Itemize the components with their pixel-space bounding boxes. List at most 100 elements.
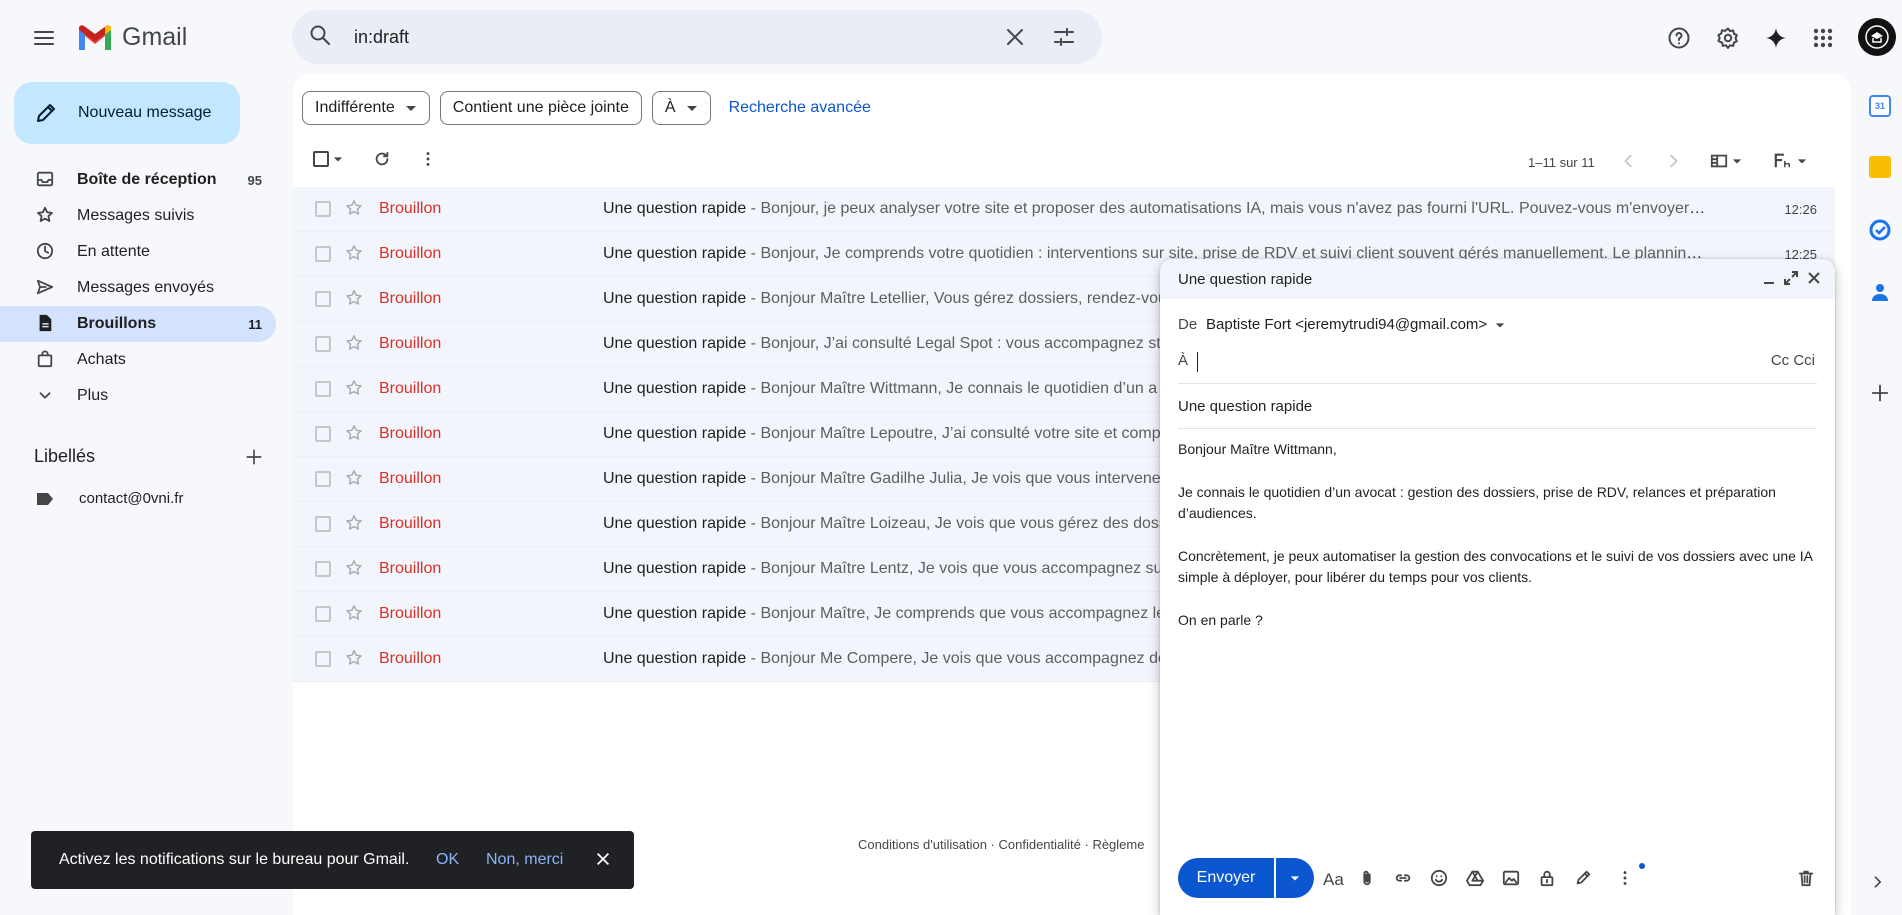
star-icon[interactable] (345, 559, 363, 577)
label-tag-icon (37, 492, 53, 505)
sidebar-item-label: Brouillons (77, 315, 157, 332)
snackbar-ok-button[interactable]: OK (436, 851, 459, 869)
signature-icon[interactable] (1574, 869, 1592, 887)
star-icon[interactable] (345, 424, 363, 442)
cc-bcc-toggle[interactable]: Cc Cci (1771, 352, 1815, 369)
message-body[interactable]: Bonjour Maître Wittmann, Je connais le q… (1178, 439, 1818, 653)
clear-search-icon[interactable] (1003, 25, 1027, 49)
close-icon[interactable] (594, 850, 612, 868)
advanced-search-link[interactable]: Recherche avancée (729, 99, 871, 117)
attachment-icon[interactable] (1358, 869, 1376, 887)
search-options-icon[interactable] (1052, 25, 1076, 49)
chevron-right-icon[interactable] (1869, 874, 1885, 890)
compose-button[interactable]: Nouveau message (14, 82, 240, 144)
sidebar-nav: Boîte de réception 95 Messages suivis En… (0, 162, 276, 414)
search-input[interactable] (354, 24, 974, 50)
star-icon[interactable] (345, 469, 363, 487)
row-checkbox[interactable] (315, 471, 331, 487)
tasks-app-icon[interactable] (1869, 219, 1891, 241)
contacts-app-icon[interactable] (1869, 281, 1891, 303)
gemini-button[interactable] (1756, 18, 1796, 58)
chevron-left-icon[interactable] (1620, 152, 1638, 170)
sidebar-item-more[interactable]: Plus (0, 378, 276, 414)
date-filter-chip[interactable]: Indifférente (302, 91, 430, 125)
send-button[interactable]: Envoyer (1178, 858, 1274, 898)
send-icon (36, 279, 54, 295)
select-all-checkbox[interactable] (313, 151, 343, 167)
chevron-right-icon[interactable] (1664, 152, 1682, 170)
email-row[interactable]: Brouillon Une question rapide - Bonjour, … (293, 187, 1835, 232)
attachment-filter-chip[interactable]: Contient une pièce jointe (439, 91, 642, 125)
add-label-icon[interactable] (244, 447, 264, 467)
confidential-mode-icon[interactable] (1538, 869, 1556, 887)
row-checkbox[interactable] (315, 516, 331, 532)
gmail-logo[interactable]: Gmail (76, 22, 187, 52)
to-field[interactable]: À Cc Cci (1178, 342, 1817, 384)
snackbar-dismiss-button[interactable]: Non, merci (486, 851, 563, 869)
more-options-icon[interactable] (1616, 869, 1634, 887)
footer-links[interactable]: Conditions d'utilisation · Confidentiali… (858, 837, 1144, 852)
sidebar-item-starred[interactable]: Messages suivis (0, 198, 276, 234)
row-checkbox[interactable] (315, 246, 331, 262)
row-checkbox[interactable] (315, 426, 331, 442)
row-checkbox[interactable] (315, 201, 331, 217)
from-address: Baptiste Fort <jeremytrudi94@gmail.com> (1206, 316, 1488, 333)
row-subject: Une question rapide (603, 380, 747, 397)
split-pane-toggle[interactable] (1710, 152, 1742, 170)
star-icon[interactable] (345, 334, 363, 352)
minimize-icon[interactable] (1761, 270, 1777, 286)
compose-window: Une question rapide De Baptiste Fort <je… (1160, 259, 1835, 915)
row-subject: Une question rapide (603, 200, 747, 217)
search-icon[interactable] (308, 23, 332, 47)
refresh-icon[interactable] (373, 150, 391, 168)
apps-button[interactable] (1803, 18, 1843, 58)
gear-icon (1717, 27, 1738, 49)
insert-photo-icon[interactable] (1502, 869, 1520, 887)
close-icon[interactable] (1806, 270, 1822, 286)
star-icon[interactable] (345, 514, 363, 532)
sidebar-item-drafts[interactable]: Brouillons 11 (0, 306, 276, 342)
main-menu-button[interactable] (24, 18, 64, 58)
subject-field[interactable]: Une question rapide (1178, 385, 1817, 429)
star-icon[interactable] (345, 604, 363, 622)
input-tools-toggle[interactable] (1773, 152, 1807, 170)
from-selector[interactable]: Baptiste Fort <jeremytrudi94@gmail.com> (1206, 316, 1505, 333)
row-time: 12:26 (1784, 201, 1817, 217)
text-cursor (1197, 352, 1198, 372)
unread-count: 95 (247, 172, 262, 188)
send-options-button[interactable] (1276, 858, 1314, 898)
compose-header[interactable]: Une question rapide (1160, 259, 1835, 299)
label-item[interactable]: contact@0vni.fr (36, 490, 183, 507)
star-icon[interactable] (345, 649, 363, 667)
star-icon[interactable] (345, 289, 363, 307)
sidebar-item-purchases[interactable]: Achats (0, 342, 276, 378)
star-icon[interactable] (345, 379, 363, 397)
help-button[interactable] (1659, 18, 1699, 58)
row-checkbox[interactable] (315, 651, 331, 667)
row-checkbox[interactable] (315, 561, 331, 577)
row-checkbox[interactable] (315, 606, 331, 622)
to-filter-chip[interactable]: À (651, 91, 711, 125)
sidebar-item-inbox[interactable]: Boîte de réception 95 (0, 162, 276, 198)
row-checkbox[interactable] (315, 381, 331, 397)
settings-button[interactable] (1708, 18, 1748, 58)
drive-icon[interactable] (1466, 869, 1484, 887)
more-vert-icon[interactable] (419, 150, 437, 168)
row-sender: Brouillon (379, 200, 442, 217)
row-checkbox[interactable] (315, 336, 331, 352)
sidebar-item-sent[interactable]: Messages envoyés (0, 270, 276, 306)
emoji-icon[interactable] (1430, 869, 1448, 887)
add-app-icon[interactable] (1869, 382, 1891, 404)
sidebar-item-snoozed[interactable]: En attente (0, 234, 276, 270)
fullscreen-icon[interactable] (1783, 270, 1799, 286)
star-icon[interactable] (345, 199, 363, 217)
delete-icon[interactable] (1797, 869, 1815, 887)
star-icon[interactable] (345, 244, 363, 262)
calendar-app-icon[interactable]: 31 (1869, 95, 1891, 117)
link-icon[interactable] (1394, 869, 1412, 887)
row-checkbox[interactable] (315, 291, 331, 307)
keep-app-icon[interactable] (1869, 156, 1891, 178)
menu-icon (34, 31, 54, 45)
formatting-options-icon[interactable]: Aa (1322, 869, 1346, 889)
account-avatar[interactable] (1858, 18, 1896, 56)
